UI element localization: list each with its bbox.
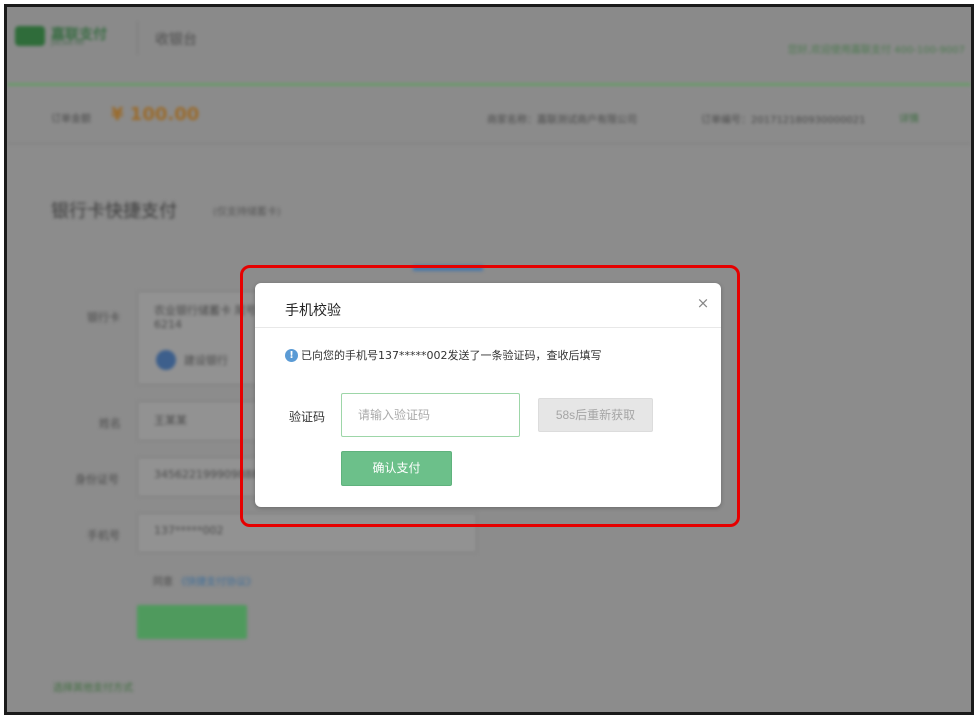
- name-value: 王某某: [154, 414, 187, 427]
- bank-logo-icon: [156, 350, 176, 370]
- sms-notice-text: 已向您的手机号137*****002发送了一条验证码，查收后填写: [301, 349, 602, 362]
- header-right-info: 您好,欢迎使用嘉联支付 400-100-9007: [787, 45, 965, 56]
- order-detail-link[interactable]: 详情: [899, 110, 919, 125]
- phone-verify-dialog: 手机校验 × ! 已向您的手机号137*****002发送了一条验证码，查收后填…: [255, 283, 721, 507]
- form-label-name: 姓名: [99, 417, 121, 430]
- form-label-card: 银行卡: [87, 311, 120, 324]
- amount-label: 订单金额: [51, 114, 91, 125]
- other-payment-link[interactable]: 选择其他支付方式: [53, 679, 133, 694]
- order-amount: ¥ 100.00: [111, 104, 200, 125]
- agreement-link[interactable]: 《快捷支付协议》: [176, 577, 256, 588]
- cashier-label: 收银台: [155, 32, 197, 48]
- agreement-row[interactable]: 同意 《快捷支付协议》: [153, 573, 256, 588]
- dialog-header: 手机校验 ×: [255, 283, 721, 328]
- order-number: 订单编号：201712180930000021: [701, 115, 866, 126]
- verification-code-input[interactable]: [341, 393, 520, 437]
- brand-logo: 嘉联支付 JIALIAN PAY: [15, 23, 119, 49]
- header-divider: [137, 21, 138, 55]
- header-accent-line: [7, 83, 971, 86]
- bank-name: 建设银行: [184, 354, 228, 367]
- phone-value: 137*****002: [154, 524, 224, 537]
- logo-mark-icon: [15, 26, 45, 46]
- code-label: 验证码: [289, 410, 326, 424]
- next-step-button[interactable]: [137, 605, 247, 639]
- order-summary-bar: 订单金额 ¥ 100.00 商家名称：嘉联测试商户有限公司 订单编号：20171…: [7, 92, 971, 144]
- confirm-pay-button[interactable]: 确认支付: [341, 451, 452, 486]
- merchant-name: 商家名称：嘉联测试商户有限公司: [487, 115, 637, 126]
- logo-subtext: JIALIAN PAY: [51, 40, 85, 47]
- form-label-phone: 手机号: [87, 529, 120, 542]
- info-icon: !: [285, 348, 298, 362]
- agree-text: 同意: [153, 577, 173, 588]
- page-title: 银行卡快捷支付: [51, 201, 177, 222]
- page-header: 嘉联支付 JIALIAN PAY 收银台 您好,欢迎使用嘉联支付 400-100…: [7, 7, 971, 83]
- resend-code-button[interactable]: 58s后重新获取: [538, 398, 653, 432]
- page-title-note: (仅支持储蓄卡): [213, 207, 281, 218]
- sms-notice: ! 已向您的手机号137*****002发送了一条验证码，查收后填写: [285, 348, 602, 362]
- close-icon[interactable]: ×: [695, 295, 711, 311]
- form-label-id: 身份证号: [75, 473, 119, 486]
- dialog-title: 手机校验: [285, 303, 341, 319]
- screenshot-frame: 嘉联支付 JIALIAN PAY 收银台 您好,欢迎使用嘉联支付 400-100…: [4, 4, 974, 715]
